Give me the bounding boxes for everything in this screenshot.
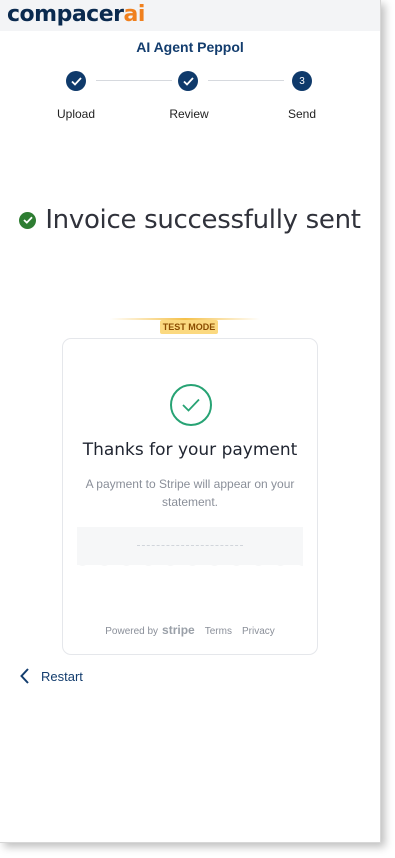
- test-mode-badge: TEST MODE: [160, 320, 218, 334]
- stepper-connector: [208, 80, 284, 81]
- logo-text-ai: ai: [123, 2, 145, 27]
- step-label-review: Review: [169, 107, 209, 121]
- success-check-icon: [19, 211, 37, 229]
- step-review-check-icon: [178, 71, 198, 91]
- payment-heading: Thanks for your payment: [82, 440, 298, 460]
- stepper-connector: [96, 80, 172, 81]
- step-label-upload: Upload: [56, 107, 96, 121]
- stripe-footer: Powered by stripe Terms Privacy: [63, 623, 317, 637]
- success-text: Invoice successfully sent: [45, 205, 361, 235]
- restart-label: Restart: [41, 668, 83, 684]
- compacer-logo[interactable]: compacerai: [7, 1, 145, 29]
- step-send-number: 3: [292, 71, 312, 91]
- step-label-send: Send: [287, 107, 317, 121]
- payment-confirmation-card: Thanks for your payment A payment to Str…: [62, 338, 318, 655]
- restart-button[interactable]: Restart: [20, 668, 83, 684]
- powered-by-label: Powered by: [105, 626, 159, 637]
- stripe-logo[interactable]: stripe: [162, 623, 195, 637]
- terms-link[interactable]: Terms: [205, 626, 232, 637]
- receipt-divider: [137, 545, 243, 546]
- app-window: compacerai AI Agent Peppol 3 Upload Revi…: [0, 0, 381, 843]
- payment-success-check-icon: [170, 384, 212, 426]
- chevron-left-icon: [20, 668, 29, 684]
- payment-description: A payment to Stripe will appear on your …: [85, 477, 295, 509]
- top-bar: compacerai: [0, 0, 380, 31]
- success-message: Invoice successfully sent: [0, 205, 380, 235]
- receipt-placeholder: [77, 527, 303, 565]
- step-upload-check-icon: [66, 71, 86, 91]
- receipt-torn-edge: [77, 563, 303, 566]
- logo-text-main: compacer: [7, 2, 124, 27]
- privacy-link[interactable]: Privacy: [242, 626, 275, 637]
- page-title: AI Agent Peppol: [136, 39, 244, 55]
